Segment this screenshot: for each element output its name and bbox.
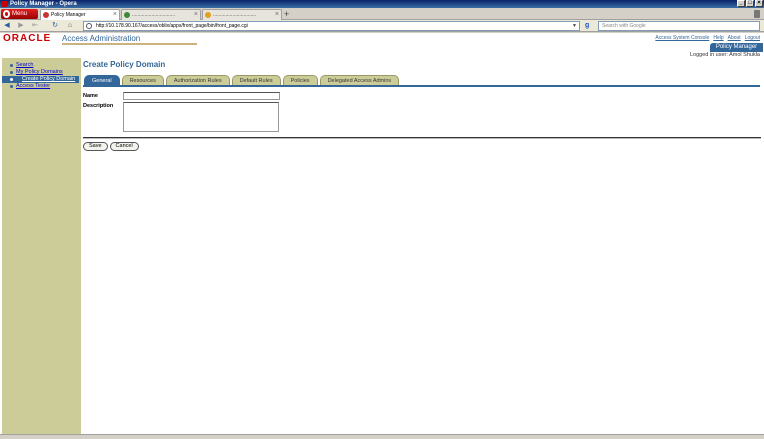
divider-shadow — [83, 138, 761, 139]
name-label: Name — [83, 93, 98, 99]
browser-tab-bar: Menu Policy Manager × ..................… — [0, 8, 764, 20]
close-window-button[interactable]: × — [755, 0, 763, 7]
forward-icon[interactable]: ▶ — [16, 21, 26, 31]
sidebar-item-create-policy-domain[interactable]: Create Policy Domain — [2, 76, 79, 83]
rewind-icon[interactable]: ⇤ — [30, 21, 40, 31]
browser-tab-2[interactable]: ............................... × — [121, 9, 201, 20]
opera-logo-icon — [3, 10, 10, 18]
tab-policies[interactable]: Policies — [282, 75, 318, 85]
page-header: ORACLE Access Administration Access Syst… — [0, 33, 764, 58]
sidebar-item-my-policy-domains[interactable]: My Policy Domains — [10, 69, 81, 76]
page-favicon-icon — [124, 12, 130, 18]
page-title: Create Policy Domain — [83, 60, 166, 69]
close-tab-icon[interactable]: × — [113, 10, 117, 20]
page-favicon-icon — [205, 12, 211, 18]
browser-tab-3[interactable]: ............................... × — [202, 9, 282, 20]
save-button[interactable]: Save — [83, 142, 108, 151]
opera-favicon-icon — [43, 12, 49, 18]
close-tab-icon[interactable]: × — [194, 10, 198, 20]
cancel-button[interactable]: Cancel — [109, 142, 139, 151]
search-input[interactable]: Search with Google — [598, 21, 760, 31]
role-badge[interactable]: Policy Manager — [710, 43, 763, 52]
browser-status-bar — [0, 434, 764, 439]
chevron-down-icon[interactable]: ▼ — [572, 22, 577, 30]
window-controls: _ □ × — [737, 0, 763, 7]
google-search-icon[interactable]: g — [585, 22, 595, 30]
tab-delegated-access-admins[interactable]: Delegated Access Admins — [319, 75, 400, 85]
main-content: Create Policy Domain General Resources A… — [82, 58, 762, 436]
maximize-button[interactable]: □ — [746, 0, 754, 7]
tab-general[interactable]: General — [84, 75, 120, 85]
policy-tabs: General Resources Authorization Rules De… — [84, 75, 400, 85]
help-link[interactable]: Help — [713, 35, 723, 41]
tab-resources[interactable]: Resources — [121, 75, 164, 85]
description-field[interactable] — [123, 102, 279, 132]
sidebar-item-access-tester[interactable]: Access Tester — [10, 83, 81, 90]
reload-icon[interactable]: ↻ — [50, 21, 60, 31]
new-tab-icon[interactable]: + — [284, 9, 289, 19]
home-icon[interactable]: ⌂ — [65, 21, 75, 31]
opera-icon — [1, 1, 8, 7]
logout-link[interactable]: Logout — [745, 35, 760, 41]
oracle-logo: ORACLE — [3, 33, 52, 44]
tab-authorization-rules[interactable]: Authorization Rules — [165, 75, 230, 85]
back-icon[interactable]: ◀ — [2, 21, 12, 31]
browser-tab-policy-manager[interactable]: Policy Manager × — [40, 9, 120, 20]
window-title-bar: Policy Manager - Opera _ □ × — [0, 0, 764, 8]
web-page: ORACLE Access Administration Access Syst… — [0, 33, 764, 439]
window-title: Policy Manager - Opera — [10, 1, 77, 7]
description-label: Description — [83, 103, 114, 109]
minimize-button[interactable]: _ — [737, 0, 745, 7]
globe-icon — [86, 23, 92, 29]
close-tab-icon[interactable]: × — [275, 10, 279, 20]
about-link[interactable]: About — [728, 35, 741, 41]
app-title: Access Administration — [62, 34, 141, 43]
sidebar: Search My Policy Domains Create Policy D… — [2, 58, 81, 436]
sidebar-item-search[interactable]: Search — [10, 62, 81, 69]
url-input[interactable]: http://10.178.90.167/access/oblix/apps/f… — [83, 21, 580, 31]
access-system-console-link[interactable]: Access System Console — [655, 35, 709, 41]
opera-menu-button[interactable]: Menu — [1, 9, 38, 19]
browser-address-bar: ◀ ▶ ⇤ ↻ ⌂ http://10.178.90.167/access/ob… — [0, 20, 764, 32]
top-links: Access System Console Help About Logout — [655, 35, 760, 41]
header-underline — [62, 43, 197, 45]
trash-icon[interactable] — [754, 10, 760, 18]
name-field[interactable] — [123, 92, 280, 100]
tab-default-rules[interactable]: Default Rules — [231, 75, 281, 85]
form-buttons: Save Cancel — [83, 142, 139, 151]
tab-underline — [83, 85, 760, 87]
